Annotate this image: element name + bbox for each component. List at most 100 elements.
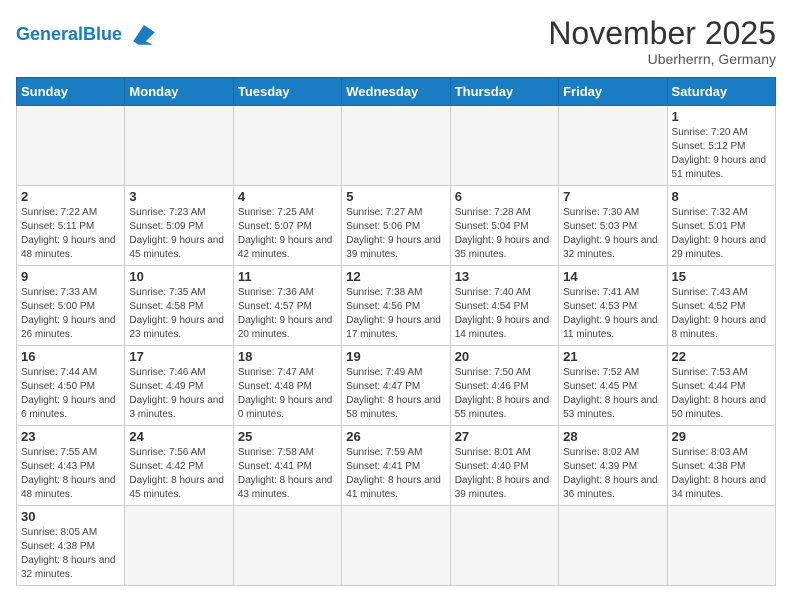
day-info: Sunrise: 7:36 AM Sunset: 4:57 PM Dayligh… [238,286,337,342]
calendar-cell [342,106,450,186]
day-number: 24 [129,429,228,444]
calendar-header-sunday: Sunday [17,78,125,106]
calendar-header-wednesday: Wednesday [342,78,450,106]
day-info: Sunrise: 7:40 AM Sunset: 4:54 PM Dayligh… [455,286,554,342]
calendar-cell: 28Sunrise: 8:02 AM Sunset: 4:39 PM Dayli… [559,426,667,506]
calendar-cell [559,506,667,586]
calendar-header-saturday: Saturday [667,78,775,106]
day-info: Sunrise: 7:22 AM Sunset: 5:11 PM Dayligh… [21,206,120,262]
day-info: Sunrise: 7:25 AM Sunset: 5:07 PM Dayligh… [238,206,337,262]
calendar-cell [17,106,125,186]
calendar-cell: 20Sunrise: 7:50 AM Sunset: 4:46 PM Dayli… [450,346,558,426]
day-number: 10 [129,269,228,284]
calendar-header-row: SundayMondayTuesdayWednesdayThursdayFrid… [17,78,776,106]
day-info: Sunrise: 7:35 AM Sunset: 4:58 PM Dayligh… [129,286,228,342]
day-number: 22 [672,349,771,364]
calendar-cell: 14Sunrise: 7:41 AM Sunset: 4:53 PM Dayli… [559,266,667,346]
calendar-cell [233,106,341,186]
day-info: Sunrise: 7:32 AM Sunset: 5:01 PM Dayligh… [672,206,771,262]
day-info: Sunrise: 7:46 AM Sunset: 4:49 PM Dayligh… [129,366,228,422]
day-number: 23 [21,429,120,444]
calendar-cell: 5Sunrise: 7:27 AM Sunset: 5:06 PM Daylig… [342,186,450,266]
location: Uberherrn, Germany [548,51,776,67]
day-number: 3 [129,189,228,204]
title-block: November 2025 Uberherrn, Germany [548,16,776,67]
day-number: 17 [129,349,228,364]
week-row-2: 9 Sunrise: 7:33 AM Sunset: 5:00 PM Daylig… [17,266,776,346]
week-row-0: 1 Sunrise: 7:20 AM Sunset: 5:12 PM Daylig… [17,106,776,186]
calendar-cell [559,106,667,186]
day-info: Sunrise: 7:47 AM Sunset: 4:48 PM Dayligh… [238,366,337,422]
calendar-cell: 16 Sunrise: 7:44 AM Sunset: 4:50 PM Dayli… [17,346,125,426]
calendar-cell: 17 Sunrise: 7:46 AM Sunset: 4:49 PM Dayli… [125,346,233,426]
day-info: Sunrise: 7:23 AM Sunset: 5:09 PM Dayligh… [129,206,228,262]
day-info: Sunrise: 7:49 AM Sunset: 4:47 PM Dayligh… [346,366,445,422]
day-info: Sunrise: 8:01 AM Sunset: 4:40 PM Dayligh… [455,446,554,502]
day-info: Sunrise: 7:56 AM Sunset: 4:42 PM Dayligh… [129,446,228,502]
calendar-header-monday: Monday [125,78,233,106]
day-number: 15 [672,269,771,284]
calendar-cell: 24 Sunrise: 7:56 AM Sunset: 4:42 PM Dayli… [125,426,233,506]
calendar-cell [233,506,341,586]
month-title: November 2025 [548,16,776,51]
calendar-cell: 22 Sunrise: 7:53 AM Sunset: 4:44 PM Dayli… [667,346,775,426]
day-number: 1 [672,109,771,124]
calendar-cell: 21Sunrise: 7:52 AM Sunset: 4:45 PM Dayli… [559,346,667,426]
day-info: Sunrise: 7:53 AM Sunset: 4:44 PM Dayligh… [672,366,771,422]
calendar-cell: 8Sunrise: 7:32 AM Sunset: 5:01 PM Daylig… [667,186,775,266]
calendar-cell: 4 Sunrise: 7:25 AM Sunset: 5:07 PM Daylig… [233,186,341,266]
logo-text: GeneralBlue [16,25,122,43]
day-number: 12 [346,269,445,284]
calendar-cell: 2 Sunrise: 7:22 AM Sunset: 5:11 PM Daylig… [17,186,125,266]
day-info: Sunrise: 7:44 AM Sunset: 4:50 PM Dayligh… [21,366,120,422]
day-info: Sunrise: 7:20 AM Sunset: 5:12 PM Dayligh… [672,126,771,182]
day-info: Sunrise: 7:30 AM Sunset: 5:03 PM Dayligh… [563,206,662,262]
day-number: 16 [21,349,120,364]
day-info: Sunrise: 7:28 AM Sunset: 5:04 PM Dayligh… [455,206,554,262]
calendar-cell: 13Sunrise: 7:40 AM Sunset: 4:54 PM Dayli… [450,266,558,346]
logo-bird-icon [126,16,162,52]
day-number: 27 [455,429,554,444]
calendar-cell [667,506,775,586]
header: GeneralBlue November 2025 Uberherrn, Ger… [16,16,776,67]
calendar-cell: 23 Sunrise: 7:55 AM Sunset: 4:43 PM Dayli… [17,426,125,506]
day-number: 18 [238,349,337,364]
day-number: 2 [21,189,120,204]
day-number: 30 [21,509,120,524]
logo-general: General [16,24,83,44]
calendar-cell: 26 Sunrise: 7:59 AM Sunset: 4:41 PM Dayli… [342,426,450,506]
calendar-cell: 30 Sunrise: 8:05 AM Sunset: 4:38 PM Dayli… [17,506,125,586]
day-info: Sunrise: 7:55 AM Sunset: 4:43 PM Dayligh… [21,446,120,502]
week-row-5: 30 Sunrise: 8:05 AM Sunset: 4:38 PM Dayli… [17,506,776,586]
calendar-cell: 1 Sunrise: 7:20 AM Sunset: 5:12 PM Daylig… [667,106,775,186]
week-row-3: 16 Sunrise: 7:44 AM Sunset: 4:50 PM Dayli… [17,346,776,426]
day-number: 9 [21,269,120,284]
day-info: Sunrise: 7:33 AM Sunset: 5:00 PM Dayligh… [21,286,120,342]
day-number: 5 [346,189,445,204]
logo-blue: Blue [83,24,122,44]
calendar-cell: 11 Sunrise: 7:36 AM Sunset: 4:57 PM Dayli… [233,266,341,346]
calendar-cell: 9 Sunrise: 7:33 AM Sunset: 5:00 PM Daylig… [17,266,125,346]
calendar-cell [450,506,558,586]
calendar-cell: 25 Sunrise: 7:58 AM Sunset: 4:41 PM Dayli… [233,426,341,506]
day-info: Sunrise: 7:52 AM Sunset: 4:45 PM Dayligh… [563,366,662,422]
calendar-header-friday: Friday [559,78,667,106]
day-number: 11 [238,269,337,284]
day-number: 26 [346,429,445,444]
day-info: Sunrise: 7:59 AM Sunset: 4:41 PM Dayligh… [346,446,445,502]
day-number: 14 [563,269,662,284]
calendar-cell [125,106,233,186]
day-info: Sunrise: 8:05 AM Sunset: 4:38 PM Dayligh… [21,526,120,582]
day-number: 25 [238,429,337,444]
day-number: 4 [238,189,337,204]
day-info: Sunrise: 8:03 AM Sunset: 4:38 PM Dayligh… [672,446,771,502]
page: GeneralBlue November 2025 Uberherrn, Ger… [0,0,792,612]
calendar-cell: 27 Sunrise: 8:01 AM Sunset: 4:40 PM Dayli… [450,426,558,506]
day-number: 29 [672,429,771,444]
day-number: 20 [455,349,554,364]
calendar-cell: 15 Sunrise: 7:43 AM Sunset: 4:52 PM Dayli… [667,266,775,346]
calendar-cell: 3 Sunrise: 7:23 AM Sunset: 5:09 PM Daylig… [125,186,233,266]
day-info: Sunrise: 7:43 AM Sunset: 4:52 PM Dayligh… [672,286,771,342]
day-info: Sunrise: 7:58 AM Sunset: 4:41 PM Dayligh… [238,446,337,502]
calendar-cell: 19Sunrise: 7:49 AM Sunset: 4:47 PM Dayli… [342,346,450,426]
